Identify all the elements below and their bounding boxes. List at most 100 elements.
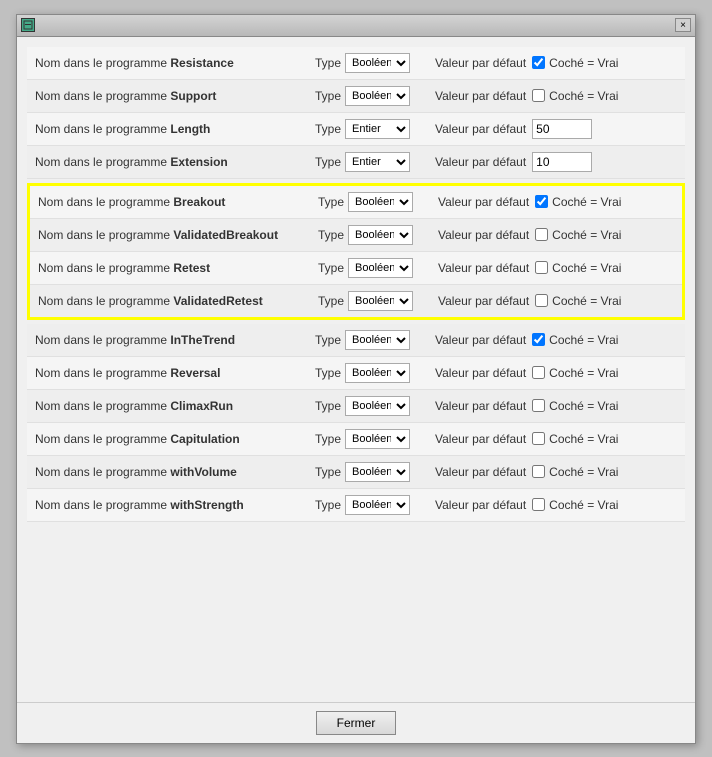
param-name-extension: Nom dans le programme Extension [35, 155, 315, 169]
type-select-validatedbreakout[interactable]: BooléenEntierRéel [348, 225, 413, 245]
type-label-reversal: Type [315, 366, 341, 380]
checkbox-label-withstrength: Coché = Vrai [549, 498, 618, 512]
checkbox-label-withvolume: Coché = Vrai [549, 465, 618, 479]
value-group-reversal: Valeur par défautCoché = Vrai [435, 366, 677, 380]
value-label-resistance: Valeur par défaut [435, 56, 526, 70]
param-name-length: Nom dans le programme Length [35, 122, 315, 136]
value-group-resistance: Valeur par défautCoché = Vrai [435, 56, 677, 70]
value-group-retest: Valeur par défautCoché = Vrai [438, 261, 674, 275]
checkbox-climaxrun[interactable] [532, 399, 545, 412]
number-input-extension[interactable] [532, 152, 592, 172]
type-group-validatedbreakout: TypeBooléenEntierRéel [318, 225, 438, 245]
type-label-support: Type [315, 89, 341, 103]
type-group-retest: Type BooléenEntierRéel [318, 258, 438, 278]
type-group-climaxrun: Type BooléenEntierRéel [315, 396, 435, 416]
value-label-inthetrend: Valeur par défaut [435, 333, 526, 347]
type-label-breakout: Type [318, 195, 344, 209]
checkbox-validatedbreakout[interactable] [535, 228, 548, 241]
value-label-withstrength: Valeur par défaut [435, 498, 526, 512]
checkbox-reversal[interactable] [532, 366, 545, 379]
param-row-extension: Nom dans le programme ExtensionType Boolé… [27, 146, 685, 179]
type-select-extension[interactable]: BooléenEntierRéel [345, 152, 410, 172]
checkbox-group-retest: Coché = Vrai [535, 261, 621, 275]
checkbox-breakout[interactable] [535, 195, 548, 208]
type-label-climaxrun: Type [315, 399, 341, 413]
param-row-climaxrun: Nom dans le programme ClimaxRunType Boolé… [27, 390, 685, 423]
param-name-resistance: Nom dans le programme Resistance [35, 56, 315, 70]
param-row-capitulation: Nom dans le programme CapitulationType Bo… [27, 423, 685, 456]
type-select-support[interactable]: BooléenEntierRéel [345, 86, 410, 106]
param-name-breakout: Nom dans le programme Breakout [38, 195, 318, 209]
checkbox-group-validatedbreakout: Coché = Vrai [535, 228, 621, 242]
value-group-extension: Valeur par défaut [435, 152, 677, 172]
param-row-withstrength: Nom dans le programme withStrengthTypeBo… [27, 489, 685, 522]
type-label-capitulation: Type [315, 432, 341, 446]
checkbox-group-breakout: Coché = Vrai [535, 195, 621, 209]
main-window: × Nom dans le programme Resistance Type Bo… [16, 14, 696, 744]
type-label-retest: Type [318, 261, 344, 275]
param-name-capitulation: Nom dans le programme Capitulation [35, 432, 315, 446]
checkbox-label-capitulation: Coché = Vrai [549, 432, 618, 446]
param-row-inthetrend: Nom dans le programme InTheTrendTypeBool… [27, 324, 685, 357]
value-label-reversal: Valeur par défaut [435, 366, 526, 380]
type-select-retest[interactable]: BooléenEntierRéel [348, 258, 413, 278]
checkbox-group-withvolume: Coché = Vrai [532, 465, 618, 479]
type-group-extension: Type BooléenEntierRéel [315, 152, 435, 172]
param-row-support: Nom dans le programme SupportTypeBooléen… [27, 80, 685, 113]
param-row-withvolume: Nom dans le programme withVolumeTypeBool… [27, 456, 685, 489]
param-row-resistance: Nom dans le programme ResistanceTypeBool… [27, 47, 685, 80]
type-select-withstrength[interactable]: BooléenEntierRéel [345, 495, 410, 515]
value-label-climaxrun: Valeur par défaut [435, 399, 526, 413]
checkbox-withstrength[interactable] [532, 498, 545, 511]
close-button[interactable]: Fermer [316, 711, 397, 735]
type-select-validatedretest[interactable]: BooléenEntierRéel [348, 291, 413, 311]
type-select-breakout[interactable]: BooléenEntierRéel [348, 192, 413, 212]
param-name-inthetrend: Nom dans le programme InTheTrend [35, 333, 315, 347]
value-label-extension: Valeur par défaut [435, 155, 526, 169]
value-group-withvolume: Valeur par défautCoché = Vrai [435, 465, 677, 479]
type-select-reversal[interactable]: BooléenEntierRéel [345, 363, 410, 383]
value-label-breakout: Valeur par défaut [438, 195, 529, 209]
value-group-withstrength: Valeur par défaut Coché = Vrai [435, 498, 677, 512]
value-group-validatedbreakout: Valeur par défautCoché = Vrai [438, 228, 674, 242]
type-group-length: TypeBooléenEntierRéel [315, 119, 435, 139]
checkbox-capitulation[interactable] [532, 432, 545, 445]
number-input-length[interactable] [532, 119, 592, 139]
close-icon[interactable]: × [675, 18, 691, 32]
type-select-length[interactable]: BooléenEntierRéel [345, 119, 410, 139]
value-label-support: Valeur par défaut [435, 89, 526, 103]
checkbox-group-inthetrend: Coché = Vrai [532, 333, 618, 347]
type-group-inthetrend: TypeBooléenEntierRéel [315, 330, 435, 350]
value-label-capitulation: Valeur par défaut [435, 432, 526, 446]
checkbox-label-support: Coché = Vrai [549, 89, 618, 103]
type-select-resistance[interactable]: BooléenEntierRéel [345, 53, 410, 73]
checkbox-withvolume[interactable] [532, 465, 545, 478]
highlighted-group: Nom dans le programme BreakoutTypeBoolée… [27, 183, 685, 320]
type-label-extension: Type [315, 155, 341, 169]
value-group-inthetrend: Valeur par défaut Coché = Vrai [435, 333, 677, 347]
checkbox-retest[interactable] [535, 261, 548, 274]
param-row-retest: Nom dans le programme RetestTypeBooléenE… [30, 252, 682, 285]
checkbox-label-validatedbreakout: Coché = Vrai [552, 228, 621, 242]
param-name-withvolume: Nom dans le programme withVolume [35, 465, 315, 479]
checkbox-resistance[interactable] [532, 56, 545, 69]
checkbox-validatedretest[interactable] [535, 294, 548, 307]
checkbox-label-retest: Coché = Vrai [552, 261, 621, 275]
type-group-breakout: Type BooléenEntierRéel [318, 192, 438, 212]
checkbox-label-validatedretest: Coché = Vrai [552, 294, 621, 308]
type-select-inthetrend[interactable]: BooléenEntierRéel [345, 330, 410, 350]
type-select-capitulation[interactable]: BooléenEntierRéel [345, 429, 410, 449]
type-select-withvolume[interactable]: BooléenEntierRéel [345, 462, 410, 482]
checkbox-group-support: Coché = Vrai [532, 89, 618, 103]
content-area: Nom dans le programme Resistance Type Bool… [17, 37, 695, 702]
type-select-climaxrun[interactable]: BooléenEntierRéel [345, 396, 410, 416]
param-name-reversal: Nom dans le programme Reversal [35, 366, 315, 380]
param-row-length: Nom dans le programme LengthTypeBooléenE… [27, 113, 685, 146]
title-bar: × [17, 15, 695, 37]
type-group-support: Type BooléenEntierRéel [315, 86, 435, 106]
checkbox-inthetrend[interactable] [532, 333, 545, 346]
checkbox-label-inthetrend: Coché = Vrai [549, 333, 618, 347]
param-name-climaxrun: Nom dans le programme ClimaxRun [35, 399, 315, 413]
checkbox-group-capitulation: Coché = Vrai [532, 432, 618, 446]
checkbox-support[interactable] [532, 89, 545, 102]
